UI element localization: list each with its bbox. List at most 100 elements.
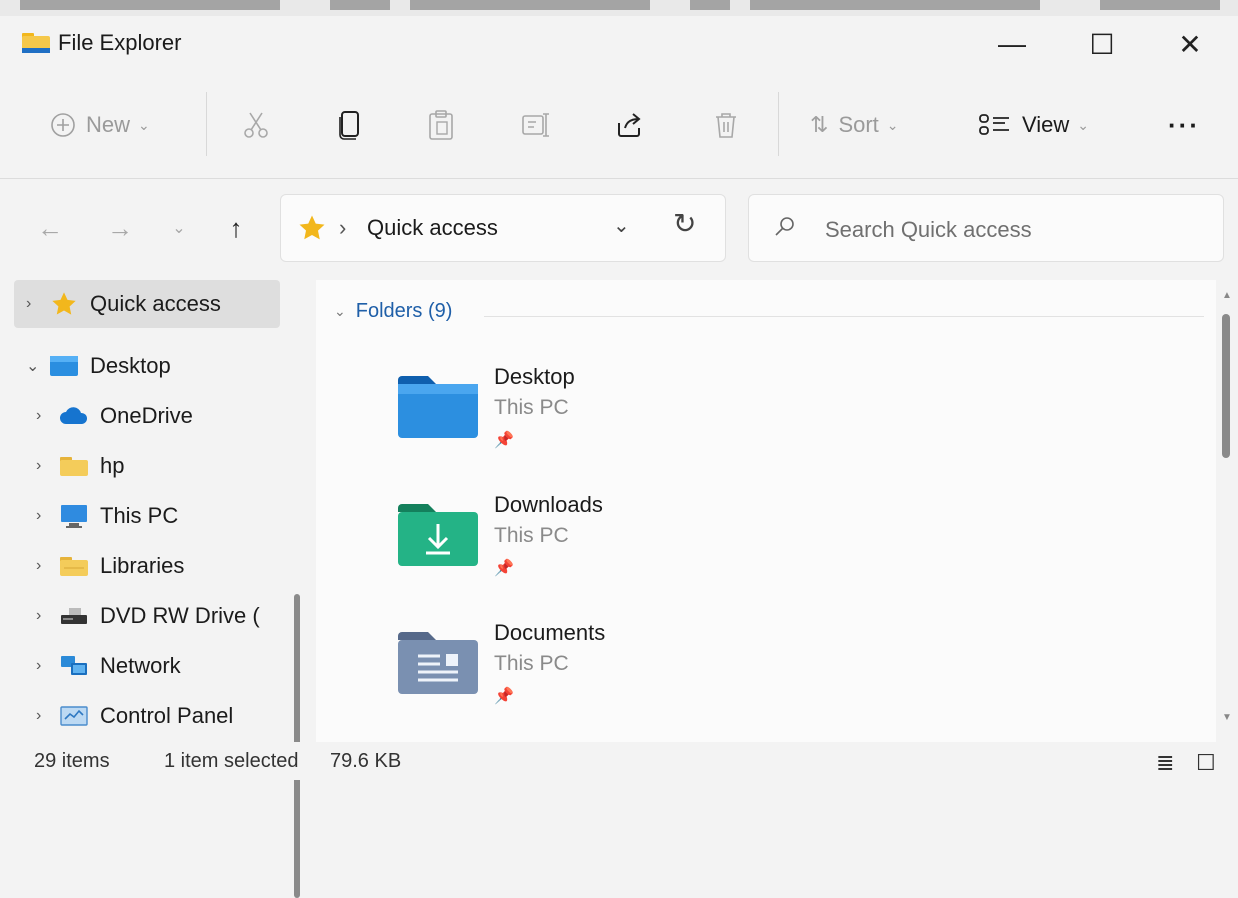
sidebar-item-hp[interactable]: › hp (24, 442, 290, 490)
sidebar-item-label: Libraries (100, 553, 185, 578)
breadcrumb-location[interactable]: Quick access (367, 215, 498, 241)
folder-icon (58, 453, 90, 479)
folder-name: Downloads (494, 492, 603, 517)
sort-icon: ⇅ (810, 112, 829, 137)
sort-button[interactable]: ⇅ Sort ⌄ (810, 72, 899, 178)
paste-button[interactable] (426, 72, 456, 178)
up-arrow-icon[interactable]: ↑ (216, 196, 256, 260)
status-bar: 29 items 1 item selected 79.6 KB ≣ ☐ (0, 742, 1238, 780)
close-button[interactable]: ✕ (1150, 16, 1230, 72)
item-count: 29 items (34, 750, 110, 772)
star-icon (48, 291, 80, 317)
refresh-icon[interactable]: ↻ (673, 207, 696, 240)
sidebar-item-quick-access[interactable]: › Quick access (14, 280, 280, 328)
delete-button[interactable] (712, 72, 740, 178)
share-icon (618, 113, 641, 137)
library-icon (58, 553, 90, 579)
sidebar-item-dvd-drive[interactable]: › DVD RW Drive ( (24, 592, 290, 640)
selection-info: 1 item selected (164, 750, 299, 772)
sidebar-item-onedrive[interactable]: › OneDrive (24, 392, 290, 440)
more-options-button[interactable]: ··· (1168, 72, 1200, 178)
sidebar-item-libraries[interactable]: › Libraries (24, 542, 290, 590)
divider (484, 316, 1204, 317)
expand-chevron-icon[interactable]: › (26, 295, 48, 313)
expand-chevron-icon[interactable]: › (36, 707, 58, 725)
search-icon (775, 217, 794, 236)
sort-label: Sort (838, 112, 879, 137)
breadcrumb-chevron-icon: › (339, 215, 347, 240)
rename-button[interactable] (520, 72, 550, 178)
sidebar-item-network[interactable]: › Network (24, 642, 290, 690)
scissors-icon (244, 112, 268, 138)
pin-icon: 📌 (494, 560, 514, 577)
cloud-icon (58, 403, 90, 429)
view-icon (979, 114, 1009, 135)
new-label: New (86, 112, 131, 137)
folder-location: This PC (494, 396, 569, 419)
sidebar-item-label: This PC (100, 503, 179, 528)
address-history-chevron-icon[interactable]: ⌄ (613, 213, 630, 238)
scroll-up-icon[interactable]: ▲ (1222, 290, 1232, 301)
expand-chevron-icon[interactable]: › (36, 657, 58, 675)
folder-tile-downloads[interactable]: Downloads This PC 📌 (396, 488, 1036, 598)
tiles-view-icon[interactable]: ☐ (1196, 750, 1216, 776)
search-input-placeholder[interactable]: Search Quick access (825, 217, 1032, 243)
collapse-chevron-icon[interactable]: ⌄ (26, 356, 48, 376)
copy-icon (339, 111, 359, 140)
back-arrow-icon[interactable]: ← (30, 196, 70, 260)
view-button[interactable]: View ⌄ (978, 72, 1089, 178)
scrollbar-thumb[interactable] (1222, 314, 1230, 458)
sidebar-item-this-pc[interactable]: › This PC (24, 492, 290, 540)
folder-tile-documents[interactable]: Documents This PC 📌 (396, 616, 1036, 726)
chevron-down-icon: ⌄ (886, 116, 899, 133)
divider (206, 92, 207, 156)
dvd-drive-icon (58, 603, 90, 629)
sidebar-item-control-panel[interactable]: › Control Panel (24, 692, 290, 740)
rename-icon (522, 113, 549, 137)
expand-chevron-icon[interactable]: › (36, 407, 58, 425)
copy-button[interactable] (334, 72, 364, 178)
chevron-down-icon: ⌄ (1077, 116, 1090, 133)
sidebar-item-label: hp (100, 453, 125, 478)
share-button[interactable] (614, 72, 644, 178)
sidebar-item-desktop[interactable]: ⌄ Desktop (14, 342, 280, 390)
expand-chevron-icon[interactable]: › (36, 607, 58, 625)
expand-chevron-icon[interactable]: › (36, 457, 58, 475)
background-window-strip (0, 0, 1238, 16)
sidebar-item-label: Network (100, 653, 181, 678)
trash-icon (716, 113, 736, 138)
details-view-icon[interactable]: ≣ (1156, 750, 1174, 776)
folders-group-header[interactable]: ⌄ Folders (9) (334, 300, 452, 323)
sidebar-item-label: DVD RW Drive ( (100, 603, 260, 628)
address-bar[interactable]: › Quick access ⌄ ↻ (280, 194, 726, 262)
collapse-chevron-icon: ⌄ (334, 303, 346, 319)
desktop-icon (48, 353, 80, 379)
recent-locations-chevron-icon[interactable]: ⌄ (164, 196, 194, 260)
file-explorer-icon (22, 33, 50, 53)
documents-folder-icon (398, 632, 478, 694)
computer-icon (58, 503, 90, 529)
expand-chevron-icon[interactable]: › (36, 557, 58, 575)
folder-name: Desktop (494, 364, 575, 389)
pin-icon: 📌 (494, 432, 514, 449)
search-box[interactable]: Search Quick access (748, 194, 1224, 262)
folders-group-title: Folders (9) (355, 300, 453, 322)
selection-size: 79.6 KB (330, 750, 402, 772)
view-label: View (1022, 112, 1070, 137)
content-scrollbar[interactable]: ▲ ▼ (1216, 280, 1238, 742)
minimize-button[interactable]: — (972, 16, 1052, 72)
scroll-down-icon[interactable]: ▼ (1222, 712, 1232, 723)
navigation-pane: › Quick access ⌄ Desktop › OneDrive › hp… (0, 280, 312, 898)
chevron-down-icon: ⌄ (138, 116, 150, 133)
expand-chevron-icon[interactable]: › (36, 507, 58, 525)
star-icon (299, 215, 325, 240)
forward-arrow-icon[interactable]: → (100, 196, 140, 260)
folder-tile-desktop[interactable]: Desktop This PC 📌 (396, 360, 1036, 470)
cut-button[interactable] (240, 72, 272, 178)
paste-icon (429, 110, 453, 140)
new-button[interactable]: New ⌄ (50, 72, 150, 178)
content-pane: ⌄ Folders (9) Desktop This PC 📌 Download… (316, 280, 1216, 742)
maximize-button[interactable]: ☐ (1062, 16, 1142, 72)
command-bar: New ⌄ ⇅ Sort ⌄ View ⌄ ··· (0, 72, 1238, 179)
window-title: File Explorer (58, 30, 182, 55)
